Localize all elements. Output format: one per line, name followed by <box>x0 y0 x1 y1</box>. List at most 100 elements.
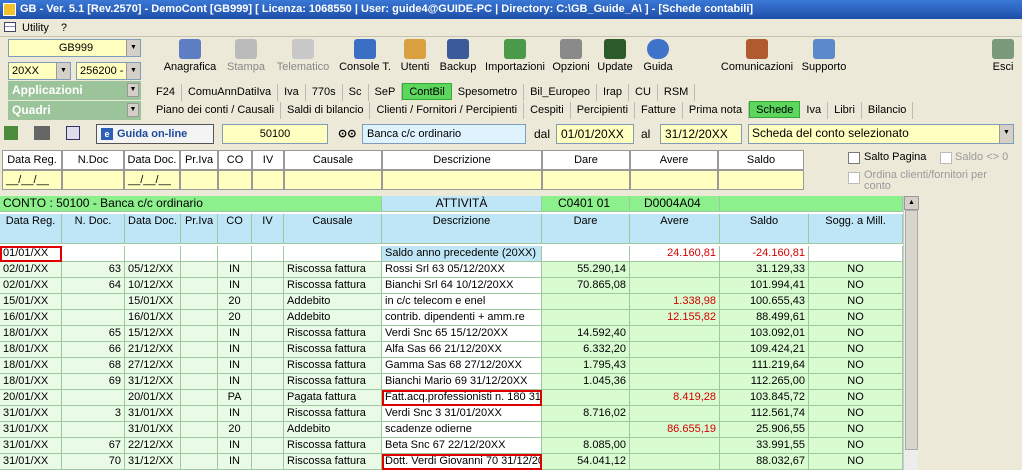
telematico-button[interactable]: Telematico <box>272 38 334 78</box>
filter-col-input[interactable] <box>252 170 284 190</box>
column-header[interactable]: Descrizione <box>382 214 542 244</box>
column-header[interactable]: Sogg. a Mill. <box>809 214 903 244</box>
filter-col-input[interactable] <box>62 170 124 190</box>
filter-col-input[interactable] <box>284 170 382 190</box>
tab-contbil[interactable]: ContBil <box>402 83 452 100</box>
export-icon[interactable] <box>4 126 18 140</box>
filter-col-input[interactable] <box>382 170 542 190</box>
year-select[interactable]: 20XX ▼ <box>8 62 71 80</box>
date-to-input[interactable]: 31/12/20XX <box>660 124 742 144</box>
tab-f24[interactable]: F24 <box>150 84 182 101</box>
opzioni-button[interactable]: Opzioni <box>550 38 592 78</box>
tab-comuanndatiiva[interactable]: ComuAnnDatiIva <box>182 84 279 101</box>
column-header[interactable]: Causale <box>284 214 382 244</box>
tab-cu[interactable]: CU <box>629 84 658 101</box>
tab-770s[interactable]: 770s <box>306 84 343 101</box>
console-button[interactable]: Console T. <box>336 38 394 78</box>
ordina-checkbox[interactable] <box>848 172 860 184</box>
comunicazioni-button[interactable]: Comunicazioni <box>720 38 794 78</box>
tab-spesometro[interactable]: Spesometro <box>452 84 525 101</box>
table-row[interactable]: 20/01/XX 20/01/XX PA Pagata fattura Fatt.acq… <box>0 390 903 406</box>
subtab-7[interactable]: Schede <box>749 101 801 118</box>
company-select[interactable]: GB999 ▼ <box>8 39 141 57</box>
table-row[interactable]: 02/01/XX 64 10/12/XX IN Riscossa fattura Bian… <box>0 278 903 294</box>
tab-bil_europeo[interactable]: Bil_Europeo <box>524 84 598 101</box>
subtab-4[interactable]: Percipienti <box>571 102 636 119</box>
filter-col-input[interactable] <box>218 170 252 190</box>
column-header[interactable]: Data Reg. <box>0 214 62 244</box>
table-cell: 20 <box>218 294 252 310</box>
stampa-button[interactable]: Stampa <box>222 38 270 78</box>
column-header[interactable]: Data Doc. <box>125 214 181 244</box>
tab-sc[interactable]: Sc <box>343 84 369 101</box>
table-row[interactable]: 31/01/XX 31/01/XX 20 Addebito scadenze odier… <box>0 422 903 438</box>
supporto-button[interactable]: Supporto <box>798 38 850 78</box>
importazioni-button[interactable]: Importazioni <box>482 38 548 78</box>
guide-online-button[interactable]: e Guida on-line <box>96 124 214 144</box>
column-header[interactable]: Dare <box>542 214 630 244</box>
printer-icon[interactable] <box>34 126 50 140</box>
tab-irap[interactable]: Irap <box>597 84 629 101</box>
binoculars-icon[interactable]: ⊙⊙ <box>338 127 356 140</box>
range-select[interactable]: 256200 - ▼ <box>76 62 141 80</box>
table-row[interactable]: 31/01/XX 3 31/01/XX IN Riscossa fattura Verdi… <box>0 406 903 422</box>
menu-utility[interactable]: Utility <box>22 22 49 34</box>
tab-iva[interactable]: Iva <box>278 84 306 101</box>
column-header[interactable]: Saldo <box>720 214 809 244</box>
anagrafica-button[interactable]: Anagrafica <box>160 38 220 78</box>
filter-col-input[interactable]: __/__/__ <box>124 170 180 190</box>
subtab-5[interactable]: Fatture <box>635 102 683 119</box>
subtab-10[interactable]: Bilancio <box>862 102 914 119</box>
column-header[interactable]: IV <box>252 214 284 244</box>
date-from-input[interactable]: 01/01/20XX <box>556 124 634 144</box>
frames-select[interactable]: Quadri ▼ <box>8 101 141 120</box>
utenti-button[interactable]: Utenti <box>396 38 434 78</box>
saldo-checkbox[interactable] <box>940 152 952 164</box>
subtab-8[interactable]: Iva <box>800 102 829 119</box>
table-row[interactable]: 16/01/XX 16/01/XX 20 Addebito contrib. dipen… <box>0 310 903 326</box>
applications-select[interactable]: Applicazioni ▼ <box>8 81 141 100</box>
filter-col-input[interactable] <box>180 170 218 190</box>
account-desc-input[interactable]: Banca c/c ordinario <box>362 124 526 144</box>
vertical-scrollbar[interactable]: ▲ <box>903 196 919 470</box>
guida-button[interactable]: Guida <box>638 38 678 78</box>
table-row[interactable]: 18/01/XX 69 31/12/XX IN Riscossa fattura Bian… <box>0 374 903 390</box>
table-row[interactable]: 01/01/XX Saldo anno precedente (20XX) 24.1… <box>0 246 903 262</box>
table-cell <box>62 310 125 326</box>
grid-icon[interactable] <box>66 126 80 140</box>
column-header[interactable]: Avere <box>630 214 720 244</box>
subtab-1[interactable]: Saldi di bilancio <box>281 102 371 119</box>
tab-sep[interactable]: SeP <box>369 84 403 101</box>
filter-col-input[interactable] <box>630 170 718 190</box>
table-row[interactable]: 18/01/XX 66 21/12/XX IN Riscossa fattura Alfa… <box>0 342 903 358</box>
column-header[interactable]: N. Doc. <box>62 214 125 244</box>
subtab-9[interactable]: Libri <box>828 102 862 119</box>
table-row[interactable]: 31/01/XX 70 31/12/XX IN Riscossa fattura Dott… <box>0 454 903 470</box>
subtab-6[interactable]: Prima nota <box>683 102 750 119</box>
window-menu-icon[interactable] <box>4 22 16 32</box>
update-button[interactable]: Update <box>594 38 636 78</box>
esci-button[interactable]: Esci <box>988 38 1018 78</box>
table-row[interactable]: 18/01/XX 65 15/12/XX IN Riscossa fattura Verd… <box>0 326 903 342</box>
filter-col-input[interactable]: __/__/__ <box>2 170 62 190</box>
table-row[interactable]: 15/01/XX 15/01/XX 20 Addebito in c/c telecom… <box>0 294 903 310</box>
filter-col-input[interactable] <box>718 170 804 190</box>
scroll-thumb[interactable] <box>905 210 918 450</box>
balance-code-1: C0401 01 <box>542 196 630 212</box>
scheda-select[interactable]: Scheda del conto selezionato ▼ <box>748 124 1014 144</box>
subtab-3[interactable]: Cespiti <box>524 102 571 119</box>
table-row[interactable]: 31/01/XX 67 22/12/XX IN Riscossa fattura Beta… <box>0 438 903 454</box>
tab-rsm[interactable]: RSM <box>658 84 696 101</box>
subtab-2[interactable]: Clienti / Fornitori / Percipienti <box>370 102 525 119</box>
table-row[interactable]: 02/01/XX 63 05/12/XX IN Riscossa fattura Ross… <box>0 262 903 278</box>
account-code-input[interactable]: 50100 <box>222 124 328 144</box>
filter-col-input[interactable] <box>542 170 630 190</box>
backup-button[interactable]: Backup <box>438 38 478 78</box>
column-header[interactable]: CO <box>218 214 252 244</box>
scroll-up-icon[interactable]: ▲ <box>904 196 919 210</box>
subtab-0[interactable]: Piano dei conti / Causali <box>150 102 282 119</box>
table-row[interactable]: 18/01/XX 68 27/12/XX IN Riscossa fattura Gamm… <box>0 358 903 374</box>
salto-pagina-checkbox[interactable] <box>848 152 860 164</box>
menu-help[interactable]: ? <box>61 22 67 34</box>
column-header[interactable]: Pr.Iva <box>181 214 218 244</box>
